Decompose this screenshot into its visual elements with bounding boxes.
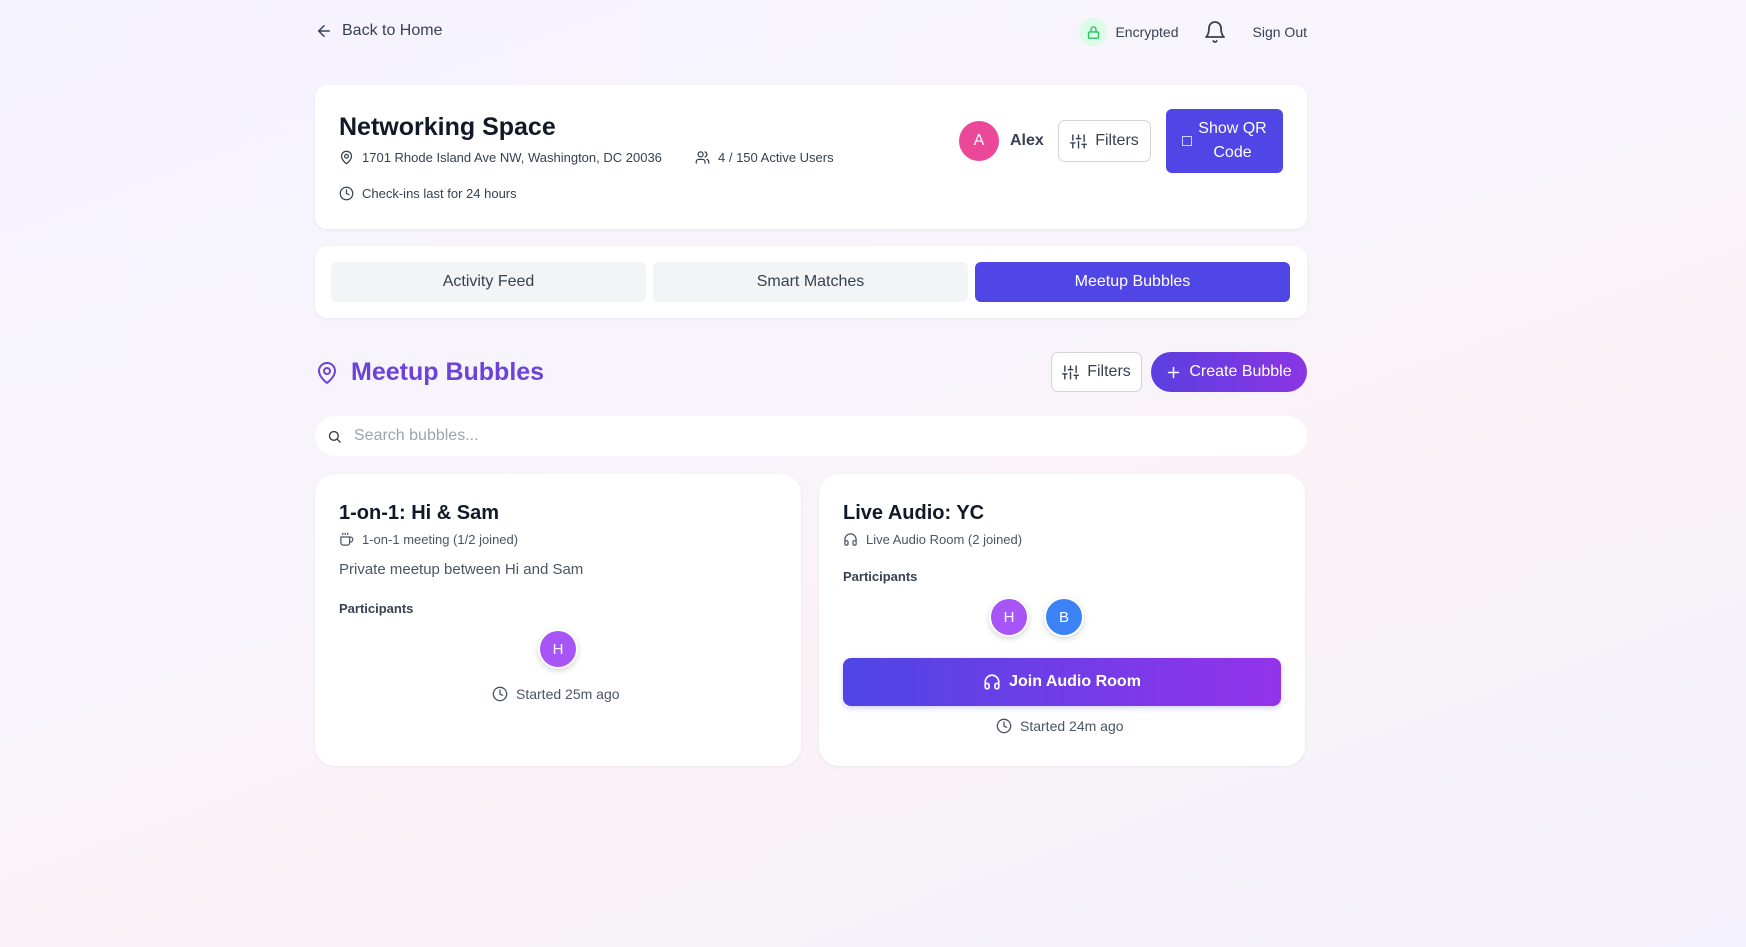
- user-name: Alex: [1010, 132, 1044, 149]
- top-bar: Back to Home Encrypted Sign Out: [315, 18, 1307, 48]
- checkin-note: Check-ins last for 24 hours: [339, 186, 517, 201]
- participant-avatar: H: [538, 629, 578, 669]
- participant-avatar: H: [989, 597, 1029, 637]
- arrow-left-icon: [318, 25, 330, 37]
- section-header: Meetup Bubbles Filters Create Bubble: [315, 352, 1307, 392]
- address-text: 1701 Rhode Island Ave NW, Washington, DC…: [362, 150, 662, 165]
- tab-smart-matches[interactable]: Smart Matches: [653, 262, 968, 302]
- users-icon: [695, 151, 710, 164]
- create-bubble-label: Create Bubble: [1189, 363, 1292, 380]
- bubble-filters-label: Filters: [1087, 363, 1131, 380]
- participants-label: Participants: [843, 569, 918, 584]
- header-filters-button[interactable]: Filters: [1058, 120, 1151, 162]
- bell-icon[interactable]: [1203, 20, 1227, 44]
- bubble-card[interactable]: 1-on-1: Hi & Sam 1-on-1 meeting (1/2 joi…: [315, 474, 801, 766]
- bubble-subtitle: Live Audio Room (2 joined): [843, 532, 1022, 547]
- join-audio-room-button[interactable]: Join Audio Room: [843, 658, 1281, 706]
- qr-code-icon: [1181, 136, 1192, 146]
- back-to-home-label: Back to Home: [342, 22, 443, 39]
- bubble-title: Live Audio: YC: [843, 502, 985, 524]
- encrypted-status: Encrypted: [1079, 18, 1179, 46]
- clock-icon: [492, 686, 508, 702]
- join-audio-room-label: Join Audio Room: [1009, 673, 1141, 690]
- search-input[interactable]: [354, 427, 1254, 445]
- bubble-description: Private meetup between Hi and Sam: [339, 561, 584, 578]
- started-time: Started 25m ago: [492, 686, 620, 702]
- clock-icon: [339, 186, 354, 201]
- started-time-text: Started 24m ago: [1020, 718, 1124, 734]
- create-bubble-button[interactable]: Create Bubble: [1151, 352, 1307, 392]
- top-right-actions: Encrypted Sign Out: [1079, 18, 1307, 46]
- sign-out-button[interactable]: Sign Out: [1253, 24, 1307, 40]
- bubble-subtitle-text: Live Audio Room (2 joined): [866, 532, 1023, 547]
- map-pin-icon: [318, 361, 336, 384]
- started-time-text: Started 25m ago: [516, 686, 620, 702]
- active-users-text: 4 / 150 Active Users: [718, 150, 834, 165]
- lock-icon: [1079, 18, 1108, 46]
- page-title: Networking Space: [339, 113, 556, 141]
- user-avatar[interactable]: A: [959, 121, 999, 161]
- clock-icon: [996, 718, 1012, 734]
- participant-avatar: B: [1044, 597, 1084, 637]
- back-to-home-link[interactable]: Back to Home: [315, 22, 442, 40]
- tab-meetup-bubbles[interactable]: Meetup Bubbles: [975, 262, 1290, 302]
- sliders-icon: [1070, 133, 1088, 149]
- sliders-icon: [1062, 364, 1080, 380]
- tab-bar: Activity Feed Smart Matches Meetup Bubbl…: [315, 246, 1307, 318]
- bubble-subtitle: 1-on-1 meeting (1/2 joined): [339, 532, 518, 547]
- headphones-icon: [984, 674, 1000, 690]
- bubble-subtitle-text: 1-on-1 meeting (1/2 joined): [362, 532, 519, 547]
- qr-code-label: Show QR Code: [1198, 120, 1267, 161]
- plus-icon: [1168, 366, 1180, 378]
- started-time: Started 24m ago: [996, 718, 1124, 734]
- coffee-icon: [340, 532, 354, 546]
- space-header-card: Networking Space 1701 Rhode Island Ave N…: [315, 85, 1307, 229]
- participants-label: Participants: [339, 601, 414, 616]
- checkin-note-text: Check-ins last for 24 hours: [362, 186, 517, 201]
- tab-activity-feed[interactable]: Activity Feed: [331, 262, 646, 302]
- bubble-card[interactable]: Live Audio: YC Live Audio Room (2 joined…: [819, 474, 1305, 766]
- headphones-icon: [844, 533, 857, 546]
- search-icon: [328, 430, 341, 443]
- show-qr-code-button[interactable]: Show QR Code: [1166, 109, 1283, 173]
- bubble-title: 1-on-1: Hi & Sam: [339, 502, 500, 524]
- search-bar: [315, 416, 1307, 456]
- map-pin-icon: [340, 150, 353, 165]
- active-users: 4 / 150 Active Users: [695, 150, 834, 165]
- encrypted-label: Encrypted: [1115, 24, 1179, 40]
- bubble-filters-button[interactable]: Filters: [1051, 352, 1142, 392]
- space-address: 1701 Rhode Island Ave NW, Washington, DC…: [339, 150, 662, 165]
- header-filters-label: Filters: [1095, 132, 1139, 149]
- section-title-text: Meetup Bubbles: [351, 358, 545, 386]
- section-title: Meetup Bubbles: [315, 358, 544, 387]
